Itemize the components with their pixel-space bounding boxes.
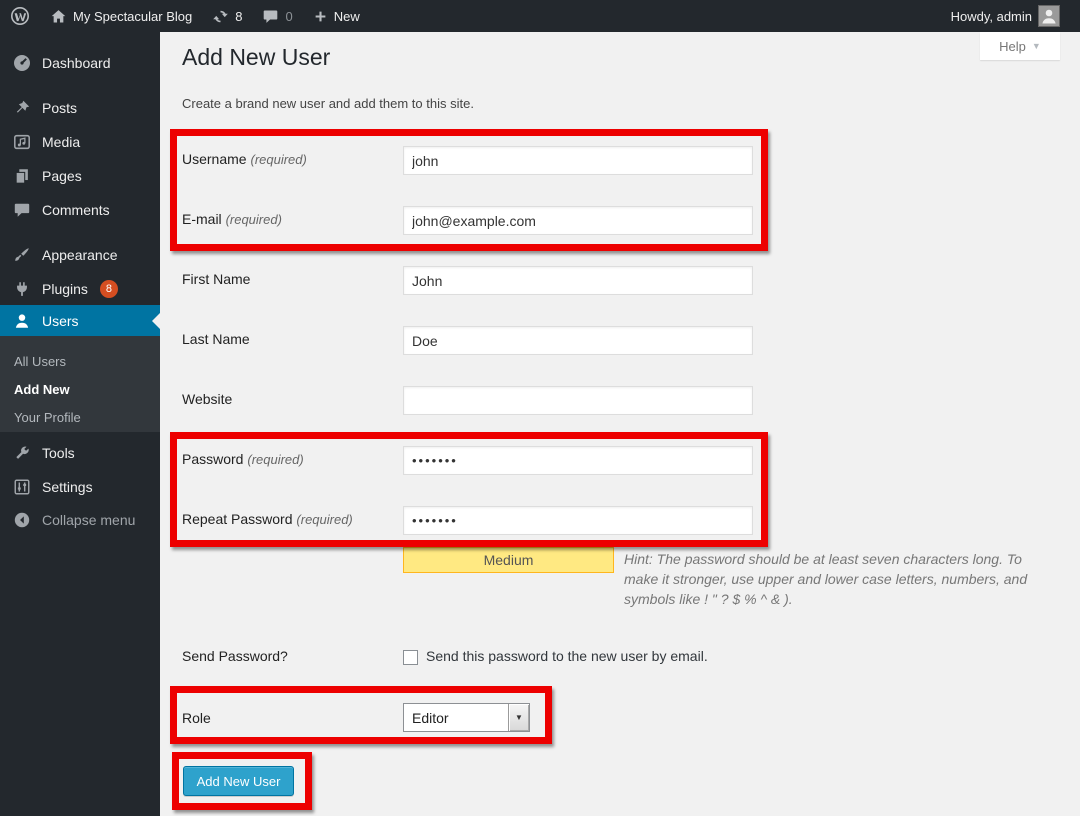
home-icon [50,8,67,25]
collapse-menu-label: Collapse menu [42,512,135,528]
submenu-item-label: All Users [14,354,66,369]
wrench-icon [12,443,32,463]
plug-icon [12,279,32,299]
sidebar-item-label: Plugins [42,281,88,297]
new-label: New [334,9,360,24]
comments-menu[interactable]: 0 [252,0,302,32]
sidebar-item-comments[interactable]: Comments [0,193,160,227]
sidebar-item-label: Comments [42,202,110,218]
sidebar-item-plugins[interactable]: Plugins 8 [0,272,160,306]
howdy-text: Howdy, admin [951,9,1032,24]
sidebar-item-label: Posts [42,100,77,116]
updates-menu[interactable]: 8 [202,0,252,32]
main-content: Help ▼ Add New User Create a brand new u… [160,32,1080,816]
first-name-label: First Name [182,271,250,287]
help-label: Help [999,39,1026,54]
sidebar-item-pages[interactable]: Pages [0,159,160,193]
wordpress-logo-menu[interactable] [0,0,40,32]
page-subtitle: Create a brand new user and add them to … [182,96,474,111]
comment-bubble-icon [262,8,279,25]
media-note-icon [12,132,32,152]
sidebar-item-settings[interactable]: Settings [0,470,160,504]
submenu-item-your-profile[interactable]: Your Profile [0,404,160,431]
chevron-down-icon: ▼ [1032,41,1041,51]
sidebar-item-label: Tools [42,445,75,461]
wordpress-logo-icon [10,6,30,26]
avatar [1038,5,1060,27]
wordpress-admin-screen: My Spectacular Blog 8 0 New [0,0,1080,816]
pages-icon [12,166,32,186]
last-name-label: Last Name [182,331,250,347]
submenu-item-add-new[interactable]: Add New [0,376,160,403]
send-password-checkbox[interactable] [403,650,418,665]
collapse-menu-button[interactable]: Collapse menu [0,503,160,537]
password-input[interactable] [403,446,753,475]
sidebar-item-users[interactable]: Users [0,305,160,336]
role-label: Role [182,710,211,726]
password-label: Password (required) [182,451,304,467]
password-hint: Hint: The password should be at least se… [396,549,1042,609]
help-tab-button[interactable]: Help ▼ [980,32,1060,60]
username-input[interactable] [403,146,753,175]
send-password-label: Send Password? [182,648,288,664]
role-selected-value: Editor [404,704,508,731]
sidebar-item-dashboard[interactable]: Dashboard [0,46,160,80]
sidebar-item-tools[interactable]: Tools [0,436,160,470]
required-hint: (required) [226,212,282,227]
website-input[interactable] [403,386,753,415]
new-menu[interactable]: New [303,0,370,32]
dashboard-gauge-icon [12,53,32,73]
sidebar-item-label: Dashboard [42,55,111,71]
first-name-input[interactable] [403,266,753,295]
required-hint: (required) [250,152,306,167]
dropdown-arrow-icon: ▼ [508,704,529,731]
update-count: 8 [235,9,242,24]
admin-sidebar: Dashboard Posts Media Pages Comments [0,32,160,816]
hint-spacer [396,549,624,593]
update-icon [212,8,229,25]
repeat-password-label: Repeat Password (required) [182,511,353,527]
sidebar-item-label: Media [42,134,80,150]
submenu-item-label: Add New [14,382,70,397]
comment-count: 0 [285,9,292,24]
users-submenu: All Users Add New Your Profile [0,336,160,432]
last-name-input[interactable] [403,326,753,355]
admin-bar: My Spectacular Blog 8 0 New [0,0,1080,32]
pushpin-icon [12,98,32,118]
role-dropdown[interactable]: Editor ▼ [403,703,530,732]
collapse-arrow-icon [12,510,32,530]
submenu-item-all-users[interactable]: All Users [0,348,160,375]
my-account-menu[interactable]: Howdy, admin [941,0,1070,32]
sidebar-item-label: Settings [42,479,93,495]
site-name: My Spectacular Blog [73,9,192,24]
sidebar-item-media[interactable]: Media [0,125,160,159]
sidebar-item-label: Users [42,313,79,329]
sidebar-item-label: Pages [42,168,82,184]
sidebar-item-posts[interactable]: Posts [0,91,160,125]
email-label: E-mail (required) [182,211,282,227]
send-password-checkbox-label[interactable]: Send this password to the new user by em… [426,648,708,664]
plugins-update-badge: 8 [100,280,118,298]
paintbrush-icon [12,245,32,265]
repeat-password-input[interactable] [403,506,753,535]
add-new-user-button[interactable]: Add New User [183,766,294,796]
required-hint: (required) [296,512,352,527]
email-input[interactable] [403,206,753,235]
site-name-menu[interactable]: My Spectacular Blog [40,0,202,32]
sidebar-item-appearance[interactable]: Appearance [0,238,160,272]
username-label: Username (required) [182,151,307,167]
website-label: Website [182,391,232,407]
required-hint: (required) [247,452,303,467]
user-icon [12,311,32,331]
sliders-icon [12,477,32,497]
page-title: Add New User [182,44,330,71]
submenu-item-label: Your Profile [14,410,81,425]
comments-bubble-icon [12,200,32,220]
plus-icon [313,9,328,24]
sidebar-item-label: Appearance [42,247,118,263]
